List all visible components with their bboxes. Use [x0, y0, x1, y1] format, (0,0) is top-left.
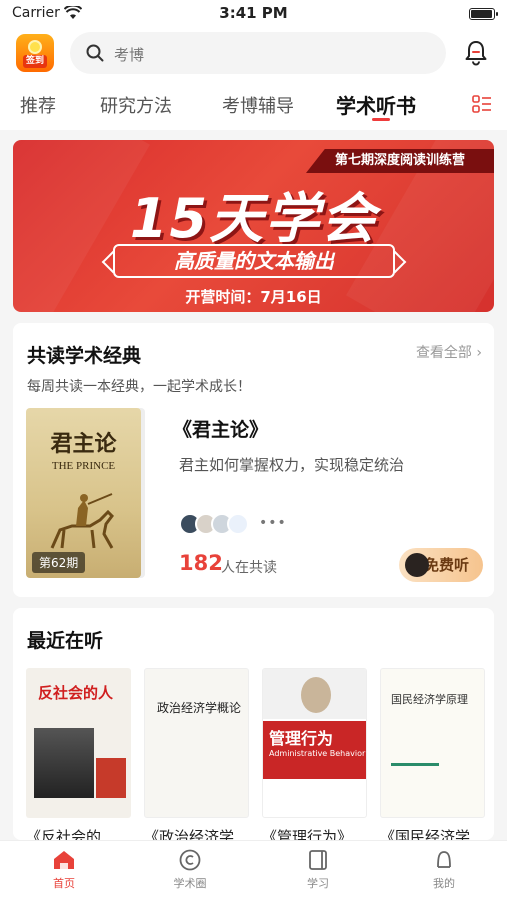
recent-book[interactable]: 政治经济学概论 《政治经济学: [144, 668, 249, 840]
reader-count: 182: [179, 551, 223, 575]
issue-badge: 第62期: [32, 552, 86, 573]
avatar: [227, 513, 249, 535]
book-description: 君主如何掌握权力，实现稳定统治: [179, 456, 405, 474]
search-icon: [86, 44, 104, 62]
reader-count-label: 人在共读: [221, 560, 277, 576]
category-tabs: 推荐 研究方法 考博辅导 学术听书: [0, 88, 507, 124]
book-name: 《政治经济学: [144, 828, 235, 840]
nav-label: 学习: [307, 877, 329, 890]
nav-academic-circle[interactable]: 学术圈: [150, 849, 230, 891]
book-cover: 政治经济学概论: [144, 668, 249, 818]
more-dots-icon: •••: [259, 515, 287, 531]
cover-title: 君主论: [50, 431, 117, 457]
grid-menu-icon[interactable]: [472, 94, 492, 114]
home-icon: [54, 851, 74, 869]
recent-book[interactable]: 管理行为 Administrative Behavior 《管理行为》: [262, 668, 367, 840]
book-cover: 国民经济学原理: [380, 668, 485, 818]
cover-subtitle: THE PRINCE: [51, 460, 116, 472]
cover-line: [391, 763, 439, 766]
cover-title: 管理行为: [269, 729, 334, 748]
banner-headline: 15天学会: [129, 187, 378, 250]
tab-research-methods[interactable]: 研究方法: [100, 92, 172, 118]
nav-study[interactable]: 学习: [278, 849, 358, 891]
cover-title: 反社会的人: [38, 684, 114, 702]
coread-title: 共读学术经典: [27, 345, 142, 367]
recent-list: 反社会的人 《反社会的 政治经济学概论 《政治经济学 管理行为 Administ…: [26, 668, 494, 840]
clock: 3:41 PM: [219, 4, 288, 22]
book-cover[interactable]: 君主论 THE PRINCE 第62期: [26, 408, 141, 578]
profile-icon: [437, 851, 451, 868]
book-icon: [309, 850, 327, 870]
free-listen-button[interactable]: 免费听: [399, 548, 483, 582]
portrait-illustration: [301, 677, 331, 713]
tab-recommend[interactable]: 推荐: [20, 92, 56, 118]
cover-title: 政治经济学概论: [157, 701, 242, 715]
cover-photo: [96, 758, 126, 798]
cover-subtitle: Administrative Behavior: [269, 749, 366, 758]
search-placeholder: 考博: [114, 46, 145, 64]
cover-title: 国民经济学原理: [391, 693, 468, 706]
promo-banner[interactable]: 第七期深度阅读训练营 15天学会 高质量的文本输出 开营时间：7月16日: [13, 140, 494, 312]
status-bar: Carrier 3:41 PM: [0, 0, 507, 28]
book-name: 《管理行为》: [262, 828, 353, 840]
nav-label: 首页: [53, 877, 75, 890]
battery-icon: [469, 8, 498, 20]
coread-subtitle: 每周共读一本经典，一起学术成长！: [27, 379, 251, 395]
coread-section: 共读学术经典 查看全部 › 每周共读一本经典，一起学术成长！ 君主论 THE P…: [13, 323, 494, 597]
cover-photo: [34, 728, 94, 798]
recent-book[interactable]: 反社会的人 《反社会的: [26, 668, 131, 840]
nav-label: 学术圈: [173, 877, 207, 890]
nav-label: 我的: [433, 877, 455, 890]
banner-subline: 高质量的文本输出: [113, 244, 395, 278]
recent-book[interactable]: 国民经济学原理 《国民经济学: [380, 668, 485, 840]
signin-label: 签到: [22, 55, 47, 68]
reader-avatars[interactable]: •••: [179, 513, 299, 537]
book-cover: 反社会的人: [26, 668, 131, 818]
search-bar[interactable]: 考博: [70, 32, 446, 74]
circle-c-icon: [179, 849, 201, 871]
recent-section: 最近在听 反社会的人 《反社会的 政治经济学概论 《政治经济学 管理行为 Adm…: [13, 608, 494, 840]
see-all-link[interactable]: 查看全部 ›: [416, 342, 482, 362]
bottom-nav: 首页 学术圈 学习 我的: [0, 840, 507, 900]
sun-icon: [28, 40, 42, 54]
free-listen-label: 免费听: [423, 556, 469, 574]
book-name: 《反社会的: [26, 828, 102, 840]
knight-illustration: [50, 493, 114, 549]
recent-title: 最近在听: [27, 630, 104, 652]
banner-date: 开营时间：7月16日: [185, 288, 322, 306]
book-cover: 管理行为 Administrative Behavior: [262, 668, 367, 818]
tab-academic-audiobooks[interactable]: 学术听书: [336, 90, 416, 119]
tab-phd-coaching[interactable]: 考博辅导: [222, 92, 294, 118]
play-knob-icon: [405, 553, 429, 577]
nav-profile[interactable]: 我的: [404, 849, 484, 891]
book-title[interactable]: 《君主论》: [173, 415, 268, 442]
book-name: 《国民经济学: [380, 828, 471, 840]
active-tab-indicator: [372, 118, 390, 121]
signin-button[interactable]: 签到: [16, 34, 54, 72]
bell-icon[interactable]: [462, 38, 490, 66]
nav-home[interactable]: 首页: [24, 849, 104, 891]
banner-tag: 第七期深度阅读训练营: [306, 149, 494, 173]
